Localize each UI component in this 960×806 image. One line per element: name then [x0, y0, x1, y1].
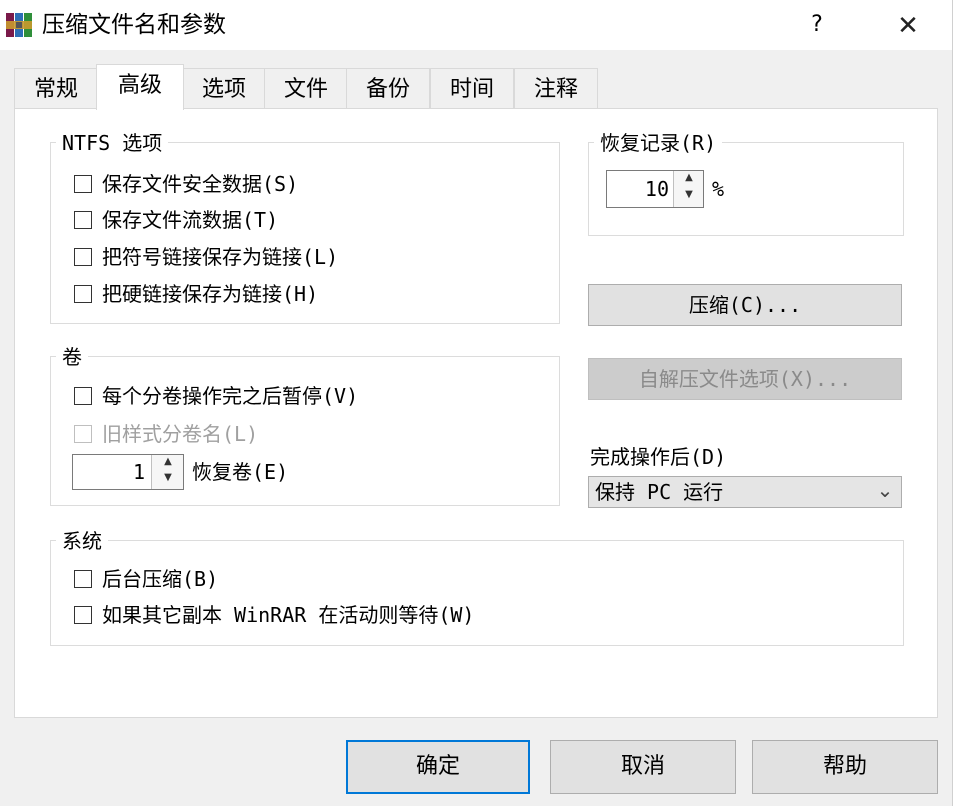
spin-up-icon[interactable]: ▲	[152, 456, 184, 471]
spin-up-icon[interactable]: ▲	[674, 172, 704, 188]
save-hardlinks-label: 把硬链接保存为链接(H)	[102, 282, 319, 306]
tab-time[interactable]: 时间	[430, 68, 514, 108]
recovery-volumes-value: 1	[132, 460, 145, 484]
recovery-record-stepper[interactable]: 10 ▲ ▼	[606, 170, 704, 208]
recovery-record-legend: 恢复记录(R)	[594, 130, 723, 156]
help-icon[interactable]: ?	[800, 8, 834, 42]
system-legend: 系统	[56, 528, 108, 554]
help-button[interactable]: 帮助	[752, 740, 938, 794]
recovery-record-unit: %	[712, 177, 725, 201]
chevron-down-icon: ⌄	[876, 478, 894, 502]
window-title: 压缩文件名和参数	[42, 12, 226, 38]
old-style-volume-names-label: 旧样式分卷名(L)	[102, 422, 259, 446]
save-security-label: 保存文件安全数据(S)	[102, 172, 299, 196]
background-window-edge	[952, 0, 960, 806]
save-streams-checkbox[interactable]	[74, 211, 92, 229]
recovery-volumes-label: 恢复卷(E)	[192, 460, 289, 484]
volumes-legend: 卷	[56, 344, 88, 370]
tab-files[interactable]: 文件	[264, 68, 348, 108]
wait-other-winrar-label: 如果其它副本 WinRAR 在活动则等待(W)	[102, 603, 475, 627]
background-compress-checkbox[interactable]	[74, 570, 92, 588]
pause-after-volume-label: 每个分卷操作完之后暂停(V)	[102, 384, 359, 408]
save-symlinks-checkbox[interactable]	[74, 248, 92, 266]
after-completion-select[interactable]: 保持 PC 运行 ⌄	[588, 476, 902, 508]
recovery-volumes-stepper[interactable]: 1 ▲ ▼	[72, 454, 184, 490]
close-icon[interactable]: ✕	[888, 6, 928, 46]
recovery-record-value: 10	[644, 177, 669, 201]
pause-after-volume-checkbox[interactable]	[74, 387, 92, 405]
cancel-button[interactable]: 取消	[550, 740, 736, 794]
tab-comment[interactable]: 注释	[514, 68, 598, 108]
wait-other-winrar-checkbox[interactable]	[74, 606, 92, 624]
save-streams-label: 保存文件流数据(T)	[102, 208, 279, 232]
spin-down-icon[interactable]: ▼	[152, 472, 184, 487]
recovery-volumes-spin-buttons: ▲ ▼	[151, 455, 183, 489]
recovery-record-spin-buttons: ▲ ▼	[673, 171, 703, 207]
tab-options[interactable]: 选项	[182, 68, 266, 108]
save-security-checkbox[interactable]	[74, 175, 92, 193]
sfx-options-button[interactable]: 自解压文件选项(X)...	[588, 358, 902, 400]
compression-settings-button[interactable]: 压缩(C)...	[588, 284, 902, 326]
tab-backup[interactable]: 备份	[346, 68, 430, 108]
after-completion-value: 保持 PC 运行	[595, 480, 724, 504]
background-compress-label: 后台压缩(B)	[102, 567, 219, 591]
after-completion-label: 完成操作后(D)	[590, 445, 727, 469]
old-style-volume-names-checkbox[interactable]	[74, 425, 92, 443]
tab-general[interactable]: 常规	[14, 68, 98, 108]
tab-advanced[interactable]: 高级	[96, 64, 184, 110]
save-hardlinks-checkbox[interactable]	[74, 285, 92, 303]
system-group	[50, 540, 904, 646]
winrar-icon	[4, 10, 34, 40]
ntfs-options-legend: NTFS 选项	[56, 130, 169, 156]
spin-down-icon[interactable]: ▼	[674, 189, 704, 205]
save-symlinks-label: 把符号链接保存为链接(L)	[102, 245, 339, 269]
ok-button[interactable]: 确定	[346, 740, 530, 794]
